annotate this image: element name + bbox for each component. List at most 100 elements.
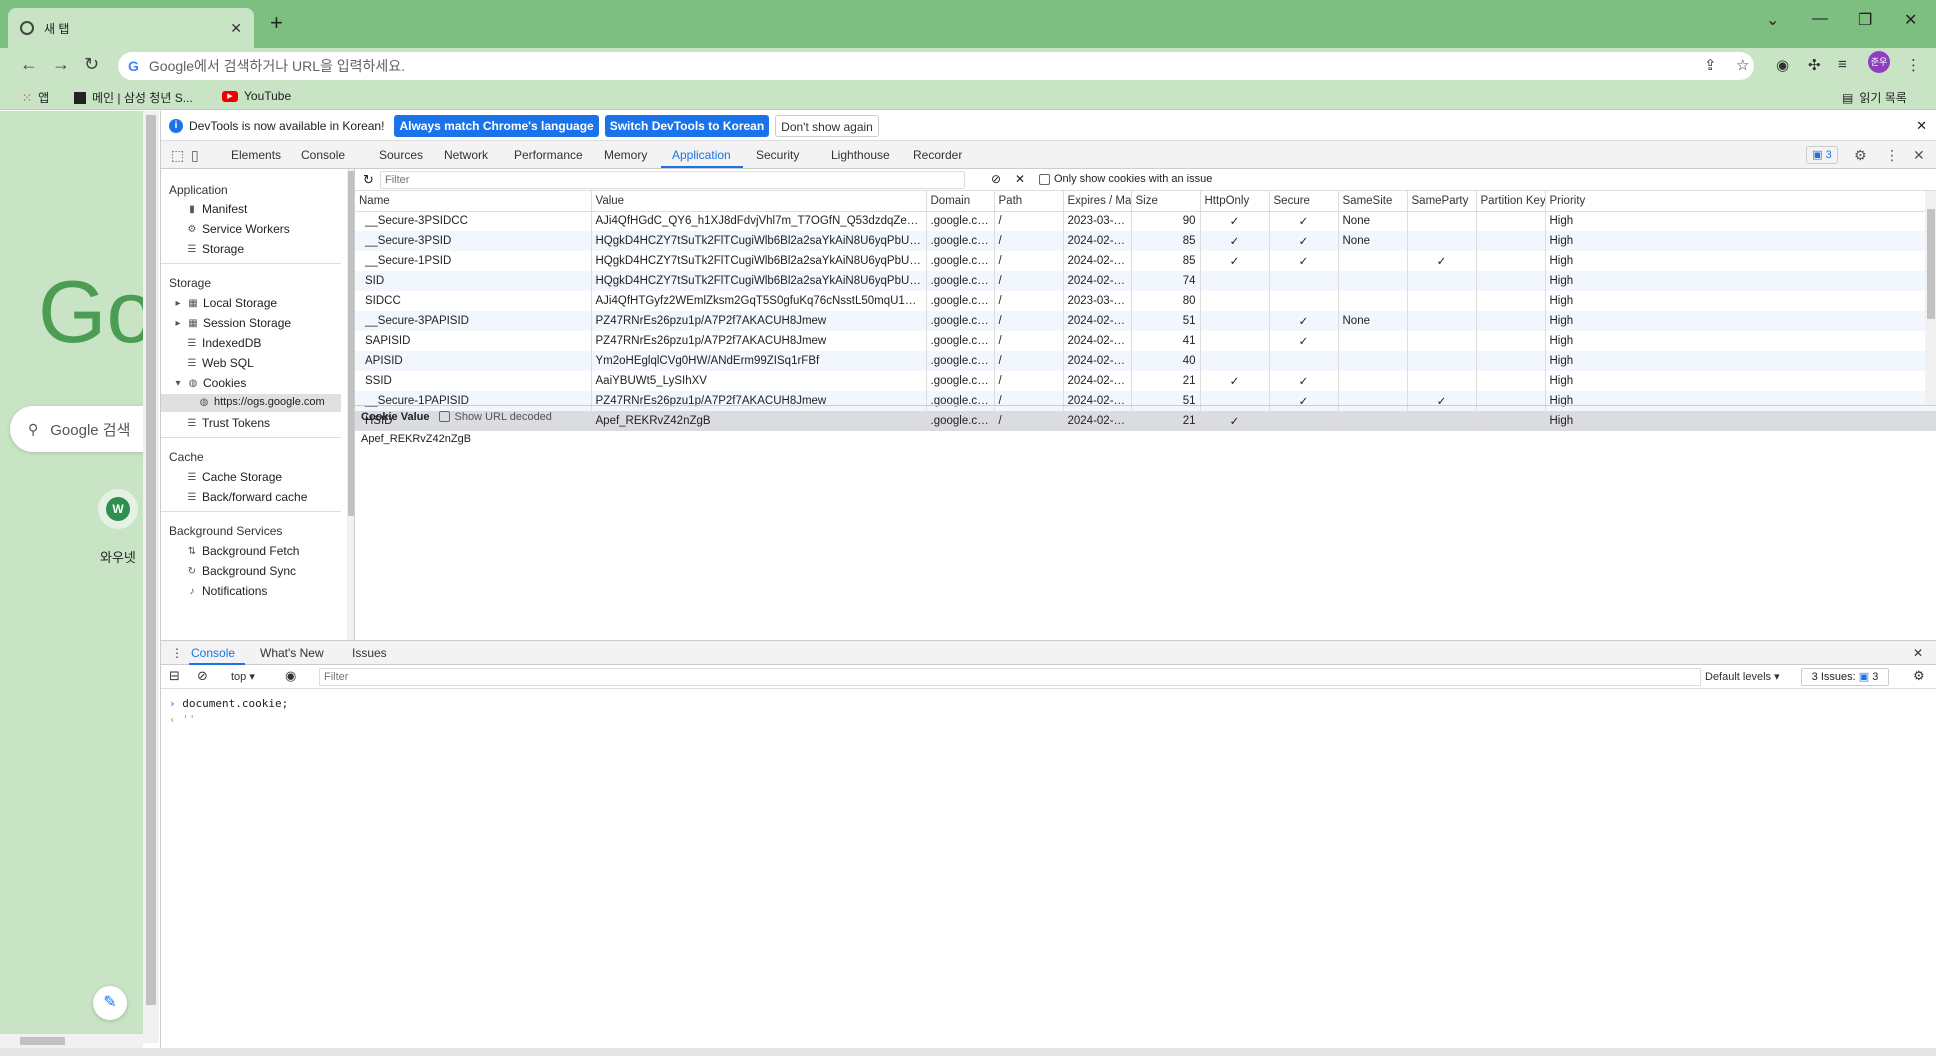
- close-devtools-icon[interactable]: ✕: [1913, 147, 1925, 164]
- google-search-box[interactable]: ⚲ Google 검색: [10, 406, 143, 452]
- sidebar-item-cache-storage[interactable]: ☰ Cache Storage: [187, 470, 283, 484]
- tab-network[interactable]: Network: [444, 148, 488, 162]
- tab-console[interactable]: Console: [301, 148, 345, 162]
- page-scrollbar[interactable]: [143, 111, 159, 1043]
- column-header[interactable]: Secure: [1269, 191, 1339, 212]
- table-row[interactable]: SIDCC AJi4QfHTGyfz2WEmlZksm2GqT5S0gfuKq76…: [355, 291, 1936, 311]
- scrollbar-thumb[interactable]: [20, 1037, 65, 1045]
- column-header[interactable]: Expires / Ma...: [1063, 191, 1132, 212]
- sidebar-item-cookie-origin[interactable]: ◍ https://ogs.google.com: [199, 396, 325, 408]
- issues-badge[interactable]: ▣ 3: [1806, 146, 1838, 164]
- puzzle-icon[interactable]: ✣: [1808, 56, 1821, 74]
- sidebar-item-notifications[interactable]: ♪ Notifications: [187, 584, 268, 598]
- delete-selected-icon[interactable]: ✕: [1015, 172, 1025, 186]
- tab-memory[interactable]: Memory: [604, 148, 647, 162]
- sidebar-item-bfcache[interactable]: ☰ Back/forward cache: [187, 490, 308, 504]
- cookie-filter-input[interactable]: [380, 171, 965, 189]
- console-settings-icon[interactable]: ⚙: [1913, 668, 1925, 684]
- table-row[interactable]: __Secure-3PSIDCC AJi4QfHGdC_QY6_h1XJ8dFdv…: [355, 211, 1936, 231]
- profile-avatar[interactable]: 준우: [1868, 51, 1890, 73]
- sidebar-item-background-sync[interactable]: ↻ Background Sync: [187, 564, 296, 578]
- column-header[interactable]: Name: [355, 191, 592, 212]
- shortcut-tile[interactable]: W: [98, 489, 138, 529]
- sidebar-item-background-fetch[interactable]: ⇅ Background Fetch: [187, 544, 300, 558]
- checkbox-box[interactable]: [439, 411, 451, 422]
- bookmark-apps[interactable]: ⁙ 앱: [22, 89, 49, 106]
- reload-icon[interactable]: ↻: [84, 54, 99, 75]
- settings-gear-icon[interactable]: ⚙: [1854, 147, 1867, 164]
- table-row[interactable]: SSID AaiYBUWt5_LySIhXV .google.com/2024-02…: [355, 371, 1936, 391]
- column-header[interactable]: Partition Key: [1476, 191, 1546, 212]
- column-header[interactable]: Size: [1131, 191, 1201, 212]
- reading-list-button[interactable]: ▤ 읽기 목록: [1842, 89, 1907, 106]
- device-toolbar-icon[interactable]: ▯: [191, 147, 199, 164]
- sidebar-item-web-sql[interactable]: ☰ Web SQL: [187, 356, 254, 370]
- tab-lighthouse[interactable]: Lighthouse: [831, 148, 890, 162]
- dont-show-again-button[interactable]: Don't show again: [775, 114, 879, 137]
- table-row[interactable]: __Secure-1PSID HQgkD4HCZY7tSuTk2FlTCugiWl…: [355, 251, 1936, 271]
- table-row[interactable]: SID HQgkD4HCZY7tSuTk2FlTCugiWlb6Bl2a2saYk…: [355, 271, 1936, 291]
- sidebar-item-manifest[interactable]: ▮ Manifest: [187, 202, 247, 216]
- url-decoded-checkbox[interactable]: Show URL decoded: [439, 411, 552, 423]
- tab-application[interactable]: Application: [672, 148, 731, 162]
- switch-korean-button[interactable]: Switch DevTools to Korean: [604, 114, 770, 137]
- console-issues-button[interactable]: 3 Issues: ▣ 3: [1801, 668, 1889, 686]
- sidebar-item-cookies[interactable]: ▾ ◍ Cookies: [173, 376, 246, 390]
- customize-pencil-icon[interactable]: ✎: [93, 986, 127, 1020]
- horizontal-scrollbar[interactable]: [0, 1034, 143, 1048]
- tab-sources[interactable]: Sources: [379, 148, 423, 162]
- console-filter-input[interactable]: [319, 668, 1701, 686]
- media-icon[interactable]: ≡: [1838, 56, 1847, 73]
- close-drawer-icon[interactable]: ✕: [1913, 646, 1923, 660]
- more-options-icon[interactable]: ⋮: [1885, 147, 1899, 164]
- table-row[interactable]: __Secure-3PSID HQgkD4HCZY7tSuTk2FlTCugiWl…: [355, 231, 1936, 251]
- drawer-tab-whats-new[interactable]: What's New: [260, 646, 324, 660]
- table-row[interactable]: __Secure-3PAPISID PZ47RNrEs26pzu1p/A7P2f7…: [355, 311, 1936, 331]
- sidebar-item-session-storage[interactable]: ▸ ▦ Session Storage: [173, 316, 291, 330]
- forward-icon[interactable]: →: [52, 54, 70, 75]
- close-window-button[interactable]: ✕: [1904, 10, 1917, 30]
- share-icon[interactable]: ⇪: [1704, 56, 1717, 74]
- drawer-tab-issues[interactable]: Issues: [352, 646, 387, 660]
- tab-search-icon[interactable]: ⌄: [1766, 10, 1779, 30]
- back-icon[interactable]: ←: [20, 54, 38, 75]
- eye-icon[interactable]: ◉: [285, 668, 296, 684]
- bookmark-samsung[interactable]: 메인 | 삼성 청년 S...: [74, 89, 193, 106]
- log-levels-dropdown[interactable]: Default levels ▾: [1705, 670, 1780, 683]
- extension-icon[interactable]: ◉: [1776, 56, 1789, 74]
- checkbox-box[interactable]: [1039, 173, 1050, 185]
- sidebar-item-local-storage[interactable]: ▸ ▦ Local Storage: [173, 296, 277, 310]
- tab-recorder[interactable]: Recorder: [913, 148, 962, 162]
- sidebar-item-trust-tokens[interactable]: ☰ Trust Tokens: [187, 416, 271, 430]
- tab-performance[interactable]: Performance: [514, 148, 583, 162]
- table-scrollbar[interactable]: [1925, 191, 1936, 405]
- column-header[interactable]: Domain: [926, 191, 995, 212]
- context-selector[interactable]: top ▾: [231, 670, 255, 683]
- browser-tab[interactable]: 새 탭 ✕: [8, 8, 254, 48]
- clear-console-icon[interactable]: ⊘: [197, 668, 208, 684]
- new-tab-button[interactable]: +: [270, 10, 283, 36]
- sidebar-toggle-icon[interactable]: ⊟: [169, 668, 180, 684]
- omnibox[interactable]: G Google에서 검색하거나 URL을 입력하세요.: [118, 52, 1754, 80]
- tab-close-icon[interactable]: ✕: [230, 20, 242, 37]
- tab-elements[interactable]: Elements: [231, 148, 281, 162]
- tab-security[interactable]: Security: [756, 148, 799, 162]
- column-header[interactable]: Priority: [1545, 191, 1936, 212]
- sidebar-scrollbar[interactable]: [347, 169, 354, 640]
- clear-filtered-icon[interactable]: ⊘: [991, 172, 1001, 186]
- column-header[interactable]: SameSite: [1338, 191, 1408, 212]
- sidebar-item-service-workers[interactable]: ⚙ Service Workers: [187, 222, 290, 236]
- scrollbar-thumb[interactable]: [146, 115, 156, 1005]
- column-header[interactable]: SameParty: [1407, 191, 1477, 212]
- match-language-button[interactable]: Always match Chrome's language: [394, 114, 599, 137]
- table-row[interactable]: SAPISID PZ47RNrEs26pzu1p/A7P2f7AKACUH8Jme…: [355, 331, 1936, 351]
- refresh-icon[interactable]: ↻: [363, 172, 374, 188]
- drawer-menu-icon[interactable]: ⋮: [171, 646, 183, 660]
- menu-icon[interactable]: ⋮: [1906, 56, 1921, 74]
- scrollbar-thumb[interactable]: [348, 171, 354, 516]
- column-header[interactable]: Path: [994, 191, 1064, 212]
- close-icon[interactable]: ✕: [1916, 118, 1927, 134]
- drawer-tab-console[interactable]: Console: [191, 646, 235, 660]
- table-row[interactable]: APISID Ym2oHEglqlCVg0HW/ANdErm99ZISq1rFBf…: [355, 351, 1936, 371]
- sidebar-item-storage[interactable]: ☰ Storage: [187, 242, 245, 256]
